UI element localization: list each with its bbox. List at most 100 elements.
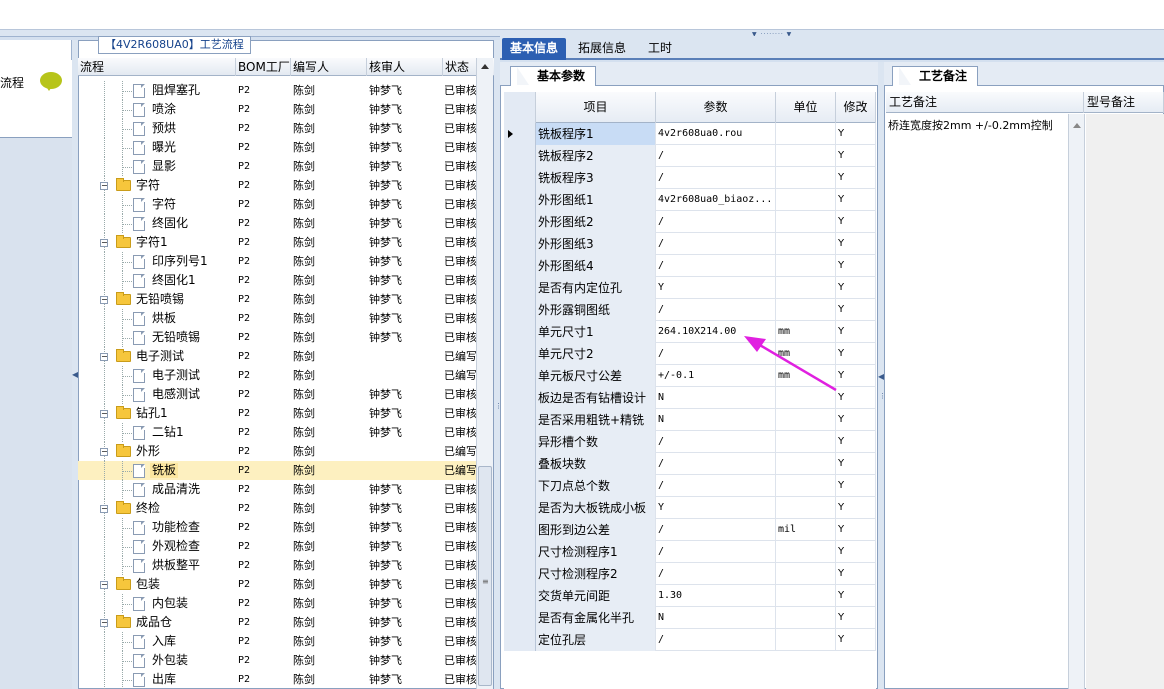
tree-row[interactable]: 出库 P2 陈剑 钟梦飞 已审核 <box>78 670 476 689</box>
tree-node-label[interactable]: 出库 <box>150 672 178 687</box>
tree-node-label[interactable]: 终固化1 <box>150 273 198 288</box>
param-row[interactable]: 是否为大板铣成小板 Y Y <box>504 497 876 519</box>
param-value-cell[interactable]: 264.10X214.00 <box>656 321 776 343</box>
tree-node-label[interactable]: 内包装 <box>150 596 190 611</box>
tab-process-remarks[interactable]: 工艺备注 <box>892 66 979 86</box>
row-indicator[interactable] <box>504 145 536 167</box>
process-remark-text[interactable]: 桥连宽度按2mm +/-0.2mm控制 <box>888 117 1053 133</box>
tree-row[interactable]: 外观检查 P2 陈剑 钟梦飞 已审核 <box>78 537 476 556</box>
param-value-cell[interactable]: / <box>656 475 776 497</box>
col-modify[interactable]: 修改 <box>836 92 876 123</box>
tree-row[interactable]: − 电子测试 P2 陈剑 已编写 <box>78 347 476 366</box>
tree-node-label[interactable]: 终检 <box>134 501 162 516</box>
param-row[interactable]: 外形图纸1 4v2r608ua0_biaoz... Y <box>504 189 876 211</box>
param-unit-cell[interactable] <box>776 629 836 651</box>
param-unit-cell[interactable] <box>776 607 836 629</box>
tree-node-label[interactable]: 功能检查 <box>150 520 202 535</box>
collapse-icon[interactable]: − <box>100 619 108 627</box>
tree-node-label[interactable]: 成品清洗 <box>150 482 202 497</box>
col-param[interactable]: 参数 <box>656 92 776 123</box>
collapse-icon[interactable]: − <box>100 410 108 418</box>
param-unit-cell[interactable] <box>776 211 836 233</box>
row-indicator[interactable] <box>504 629 536 651</box>
param-value-cell[interactable]: / <box>656 145 776 167</box>
row-indicator[interactable] <box>504 233 536 255</box>
tree-node-label[interactable]: 字符 <box>150 197 178 212</box>
collapse-icon[interactable]: − <box>100 353 108 361</box>
col-process[interactable]: 流程 <box>78 58 236 76</box>
param-unit-cell[interactable] <box>776 145 836 167</box>
collapse-icon[interactable]: − <box>100 239 108 247</box>
param-unit-cell[interactable] <box>776 387 836 409</box>
tree-row[interactable]: 曝光 P2 陈剑 钟梦飞 已审核 <box>78 138 476 157</box>
tree-node-label[interactable]: 二钻1 <box>150 425 186 440</box>
collapse-icon[interactable]: − <box>100 182 108 190</box>
tab-work-hours[interactable]: 工时 <box>640 38 680 60</box>
tree-row[interactable]: 电感测试 P2 陈剑 钟梦飞 已审核 <box>78 385 476 404</box>
row-indicator[interactable] <box>504 365 536 387</box>
param-value-cell[interactable]: / <box>656 629 776 651</box>
tree-node-label[interactable]: 电子测试 <box>150 368 202 383</box>
tree-node-label[interactable]: 终固化 <box>150 216 190 231</box>
row-indicator[interactable] <box>504 387 536 409</box>
tree-node-label[interactable]: 无铅喷锡 <box>134 292 186 307</box>
param-value-cell[interactable]: N <box>656 409 776 431</box>
param-modify-cell[interactable]: Y <box>836 365 876 387</box>
tree-row[interactable]: 成品清洗 P2 陈剑 钟梦飞 已审核 <box>78 480 476 499</box>
param-value-cell[interactable]: / <box>656 519 776 541</box>
param-row[interactable]: 外形露铜图纸 / Y <box>504 299 876 321</box>
param-value-cell[interactable]: 4v2r608ua0.rou <box>656 123 776 145</box>
param-value-cell[interactable]: / <box>656 255 776 277</box>
tab-basic-params[interactable]: 基本参数 <box>510 66 597 86</box>
param-modify-cell[interactable]: Y <box>836 189 876 211</box>
param-row[interactable]: 是否有金属化半孔 N Y <box>504 607 876 629</box>
row-indicator[interactable] <box>504 541 536 563</box>
param-row[interactable]: 铣板程序2/ Y <box>504 145 876 167</box>
tree-node-label[interactable]: 外包装 <box>150 653 190 668</box>
row-indicator[interactable] <box>504 189 536 211</box>
tree-node-label[interactable]: 烘板整平 <box>150 558 202 573</box>
param-value-cell[interactable]: / <box>656 541 776 563</box>
param-row[interactable]: 交货单元间距 1.30 Y <box>504 585 876 607</box>
param-unit-cell[interactable] <box>776 475 836 497</box>
tree-node-label[interactable]: 外观检查 <box>150 539 202 554</box>
col-process-remark[interactable]: 工艺备注 <box>886 92 1084 113</box>
param-modify-cell[interactable]: Y <box>836 409 876 431</box>
tree-row[interactable]: 入库 P2 陈剑 钟梦飞 已审核 <box>78 632 476 651</box>
param-unit-cell[interactable] <box>776 563 836 585</box>
tree-node-label[interactable]: 烘板 <box>150 311 178 326</box>
param-value-cell[interactable]: +/-0.1 <box>656 365 776 387</box>
param-row[interactable]: 外形图纸2/ Y <box>504 211 876 233</box>
row-indicator[interactable] <box>504 211 536 233</box>
left-nav-header[interactable]: 流程 <box>0 60 72 138</box>
param-value-cell[interactable]: / <box>656 431 776 453</box>
tree-row[interactable]: − 无铅喷锡 P2 陈剑 钟梦飞 已审核 <box>78 290 476 309</box>
param-unit-cell[interactable] <box>776 431 836 453</box>
row-indicator[interactable] <box>504 453 536 475</box>
param-modify-cell[interactable]: Y <box>836 607 876 629</box>
row-indicator[interactable] <box>504 255 536 277</box>
param-row[interactable]: 下刀点总个数 / Y <box>504 475 876 497</box>
tree-row[interactable]: 终固化 P2 陈剑 钟梦飞 已审核 <box>78 214 476 233</box>
tree-node-label[interactable]: 曝光 <box>150 140 178 155</box>
tree-row[interactable]: 喷涂 P2 陈剑 钟梦飞 已审核 <box>78 100 476 119</box>
tree-row[interactable]: 电子测试 P2 陈剑 已编写 <box>78 366 476 385</box>
tree-row[interactable]: 印序列号1 P2 陈剑 钟梦飞 已审核 <box>78 252 476 271</box>
param-modify-cell[interactable]: Y <box>836 519 876 541</box>
tree-node-label[interactable]: 喷涂 <box>150 102 178 117</box>
param-unit-cell[interactable] <box>776 189 836 211</box>
scroll-up-icon[interactable] <box>481 64 489 69</box>
tree-row[interactable]: − 字符 P2 陈剑 钟梦飞 已审核 <box>78 176 476 195</box>
param-unit-cell[interactable] <box>776 255 836 277</box>
tree-node-label[interactable]: 电子测试 <box>134 349 186 364</box>
tree-scrollbar[interactable]: ≡ <box>476 58 493 689</box>
param-row[interactable]: 图形到边公差 / mil Y <box>504 519 876 541</box>
param-row[interactable]: 外形图纸3/ Y <box>504 233 876 255</box>
param-row[interactable]: 单元尺寸1 264.10X214.00 mm Y <box>504 321 876 343</box>
param-unit-cell[interactable] <box>776 277 836 299</box>
tree-node-label[interactable]: 包装 <box>134 577 162 592</box>
param-value-cell[interactable]: 4v2r608ua0_biaoz... <box>656 189 776 211</box>
param-unit-cell[interactable]: mm <box>776 321 836 343</box>
col-unit[interactable]: 单位 <box>776 92 836 123</box>
row-indicator[interactable] <box>504 343 536 365</box>
